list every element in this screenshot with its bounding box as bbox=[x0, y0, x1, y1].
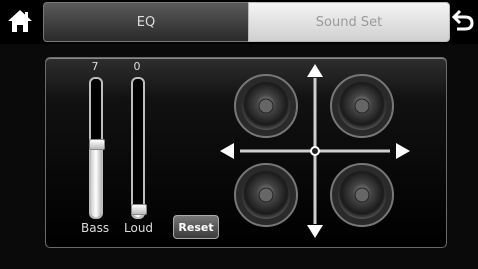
bass-label: Bass bbox=[81, 221, 110, 235]
bass-value: 7 bbox=[91, 60, 99, 73]
top-bar: EQ Sound Set bbox=[0, 0, 478, 44]
speaker-rear-right-icon bbox=[330, 163, 394, 227]
arrow-down-icon bbox=[307, 225, 323, 238]
home-icon[interactable] bbox=[6, 8, 34, 34]
arrow-right-icon bbox=[396, 143, 410, 159]
bass-slider-fill bbox=[91, 145, 101, 217]
speaker-front-left-icon bbox=[234, 74, 298, 138]
arrow-up-icon bbox=[307, 64, 323, 77]
balance-pad[interactable] bbox=[215, 60, 415, 242]
speaker-front-right-icon bbox=[330, 74, 394, 138]
balance-center-marker bbox=[310, 146, 320, 156]
arrow-left-icon bbox=[220, 143, 234, 159]
reset-button[interactable]: Reset bbox=[173, 215, 219, 239]
loud-value: 0 bbox=[133, 60, 141, 73]
back-arrow-icon[interactable] bbox=[452, 8, 474, 32]
tab-eq[interactable]: EQ bbox=[43, 2, 249, 42]
loud-slider[interactable] bbox=[131, 77, 147, 219]
bass-slider-handle[interactable] bbox=[89, 139, 105, 150]
bass-slider[interactable] bbox=[89, 77, 105, 219]
loud-label: Loud bbox=[124, 221, 154, 235]
tab-sound-set[interactable]: Sound Set bbox=[248, 2, 450, 42]
loud-slider-handle[interactable] bbox=[131, 204, 147, 215]
speaker-rear-left-icon bbox=[234, 163, 298, 227]
